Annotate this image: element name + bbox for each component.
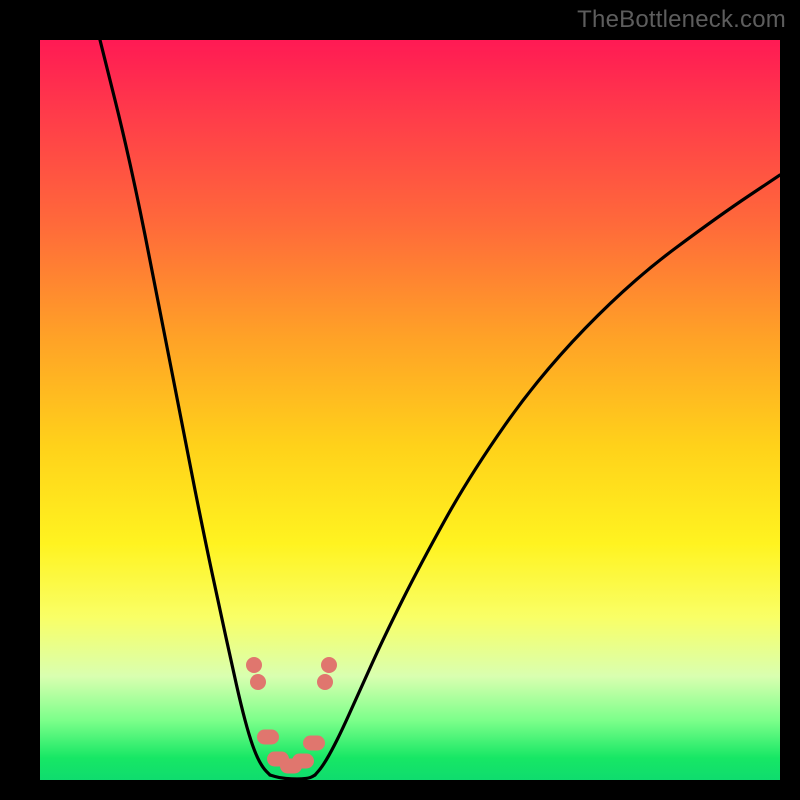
marker-floor-0 [257, 730, 279, 745]
curve-right [315, 175, 780, 775]
marker-right-0 [321, 657, 337, 673]
marker-floor-3 [292, 754, 314, 769]
marker-left-0 [246, 657, 262, 673]
curve-left [100, 40, 270, 775]
plot-area [40, 40, 780, 780]
marker-left-1 [250, 674, 266, 690]
curve-floor [270, 775, 315, 779]
plot-svg [40, 40, 780, 780]
marker-layer [246, 657, 337, 774]
watermark-text: TheBottleneck.com [577, 6, 786, 34]
marker-floor-4 [303, 736, 325, 751]
chart-frame: TheBottleneck.com [0, 0, 800, 800]
marker-right-1 [317, 674, 333, 690]
